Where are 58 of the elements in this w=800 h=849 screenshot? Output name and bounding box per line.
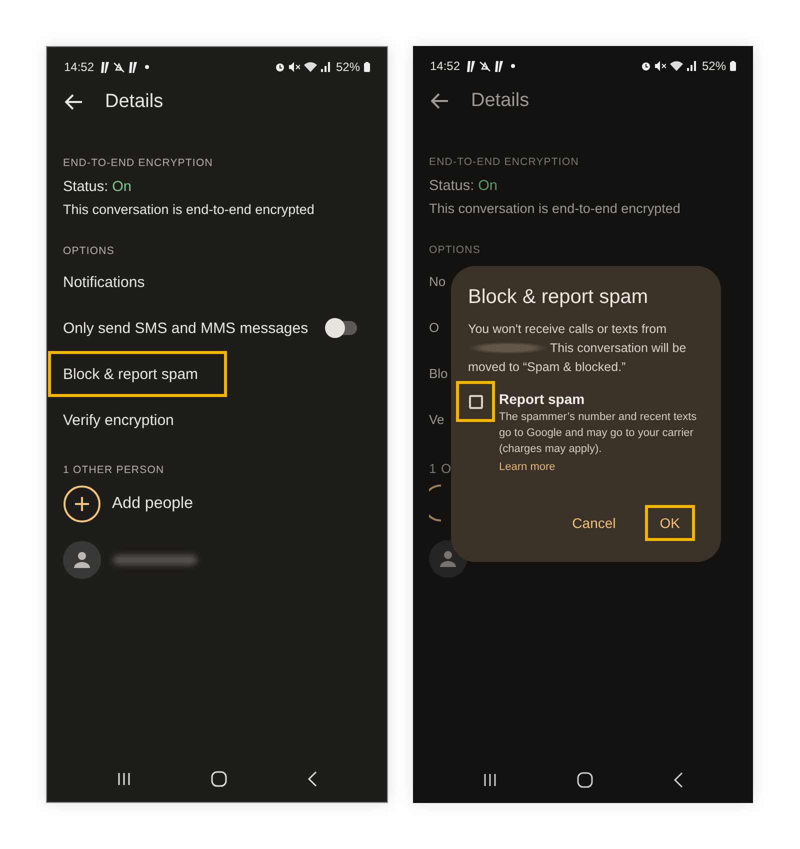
mute-icon <box>288 62 300 72</box>
battery-level: 52% <box>702 59 726 73</box>
checkbox-description: The spammer’s number and recent texts go to Google and may go to your carrier (charges may apply). <box>499 410 698 457</box>
carrier-icon <box>467 60 476 72</box>
signal-icon <box>320 62 330 72</box>
back-icon[interactable] <box>673 772 683 788</box>
carrier-icon <box>495 60 504 72</box>
battery-level: 52% <box>336 60 360 74</box>
toggle-switch[interactable] <box>325 318 357 338</box>
home-icon[interactable] <box>211 771 227 787</box>
person-avatar-icon <box>63 541 101 579</box>
section-heading: OPTIONS <box>62 244 114 259</box>
cancel-button[interactable]: Cancel <box>557 505 631 541</box>
mute-icon <box>654 61 666 71</box>
wifi-icon <box>670 61 683 71</box>
screen-title: Details <box>105 91 164 113</box>
section-heading: END-TO-END ENCRYPTION <box>428 155 579 170</box>
status-time: 14:52 <box>64 60 94 74</box>
carrier-icon <box>101 62 110 72</box>
add-icon[interactable] <box>63 485 101 523</box>
wifi-icon <box>304 62 317 72</box>
menu-item[interactable]: Notifications <box>63 259 145 305</box>
section-heading: OPTIONS <box>428 243 480 258</box>
learn-more-link[interactable]: Learn more <box>499 461 556 473</box>
dot-icon <box>511 64 516 68</box>
alarm-icon <box>640 61 651 71</box>
section-heading: 1 OTHER PERSON <box>62 463 164 478</box>
section-heading: END-TO-END ENCRYPTION <box>62 156 213 171</box>
carrier-icon <box>129 62 138 72</box>
section-heading: 1 O <box>428 461 452 477</box>
encryption-description: This conversation is end-to-end encrypted <box>428 200 682 218</box>
signal-icon <box>686 61 696 71</box>
menu-item[interactable]: Only send SMS and MMS messages <box>63 305 308 351</box>
status-label: Status: <box>63 178 108 197</box>
alarm-icon <box>274 62 285 72</box>
encryption-description: This conversation is end-to-end encrypted <box>62 201 316 219</box>
status-value: On <box>478 177 498 196</box>
dialog-title: Block & report spam <box>468 285 650 310</box>
recent-apps-icon[interactable] <box>117 772 131 786</box>
status-time: 14:52 <box>430 59 460 73</box>
muted-alarm-icon <box>113 62 126 72</box>
ok-button[interactable]: OK <box>644 505 695 541</box>
battery-icon <box>730 61 736 71</box>
menu-item[interactable]: Block & report spam <box>48 351 228 397</box>
dot-icon <box>145 65 150 69</box>
recent-apps-icon[interactable] <box>483 773 497 787</box>
checkbox-label[interactable]: Report spam <box>499 391 703 407</box>
back-arrow-icon[interactable] <box>431 93 449 109</box>
home-icon[interactable] <box>577 772 593 788</box>
back-icon[interactable] <box>307 771 317 787</box>
muted-alarm-icon <box>479 60 492 72</box>
battery-icon <box>364 62 370 72</box>
screen-title: Details <box>471 90 530 112</box>
checkbox[interactable] <box>456 381 495 422</box>
status-label: Status: <box>429 177 474 196</box>
menu-item[interactable]: Verify encryption <box>63 397 174 443</box>
add-people-button[interactable]: Add people <box>112 495 193 513</box>
status-value: On <box>112 178 132 197</box>
